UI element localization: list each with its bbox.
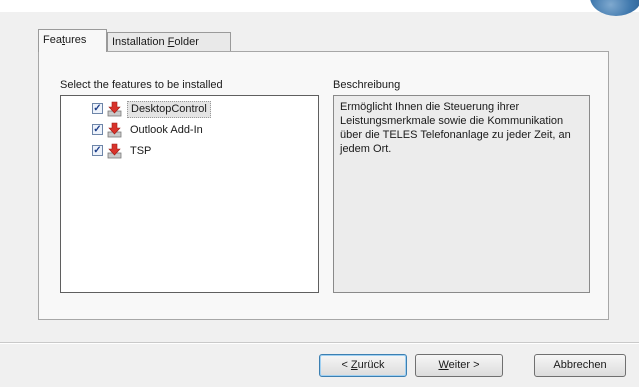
tab-installation-folder[interactable]: Installation Folder: [107, 32, 231, 52]
feature-label: TSP: [130, 145, 152, 157]
installer-logo-icon: [590, 0, 639, 16]
next-button-label-post: eiter >: [448, 359, 480, 371]
install-feature-icon: [107, 101, 122, 117]
install-feature-icon: [107, 122, 122, 138]
description-caption: Beschreibung: [333, 79, 401, 91]
description-text: Ermöglicht Ihnen die Steuerung ihrer Lei…: [333, 95, 590, 293]
checkbox-checked-icon[interactable]: ✓: [92, 103, 103, 114]
tab-features-label-post: ures: [65, 34, 87, 46]
back-button-label-key: Z: [350, 359, 358, 371]
next-button[interactable]: Weiter >: [415, 354, 503, 377]
back-button-label-pre: <: [341, 359, 351, 371]
tab-installation-folder-label-pre: Installation: [112, 36, 168, 48]
feature-tree[interactable]: ✓ DesktopControl ✓ Outlook Add-In ✓ TSP: [60, 95, 319, 293]
tab-features[interactable]: Features: [38, 29, 107, 52]
footer-separator: [0, 342, 639, 344]
tab-installation-folder-label-post: older: [174, 36, 199, 48]
back-button[interactable]: < Zurück: [319, 354, 407, 377]
checkbox-checked-icon[interactable]: ✓: [92, 145, 103, 156]
checkbox-checked-icon[interactable]: ✓: [92, 124, 103, 135]
feature-label: Outlook Add-In: [130, 124, 203, 136]
install-feature-icon: [107, 143, 122, 159]
features-caption: Select the features to be installed: [60, 79, 223, 91]
back-button-label-post: urück: [357, 359, 385, 371]
cancel-button[interactable]: Abbrechen: [534, 354, 626, 377]
feature-label: DesktopControl: [127, 101, 211, 118]
tab-features-label-pre: Fea: [43, 34, 62, 46]
header-strip: [0, 0, 639, 12]
next-button-label-key: W: [438, 359, 449, 371]
